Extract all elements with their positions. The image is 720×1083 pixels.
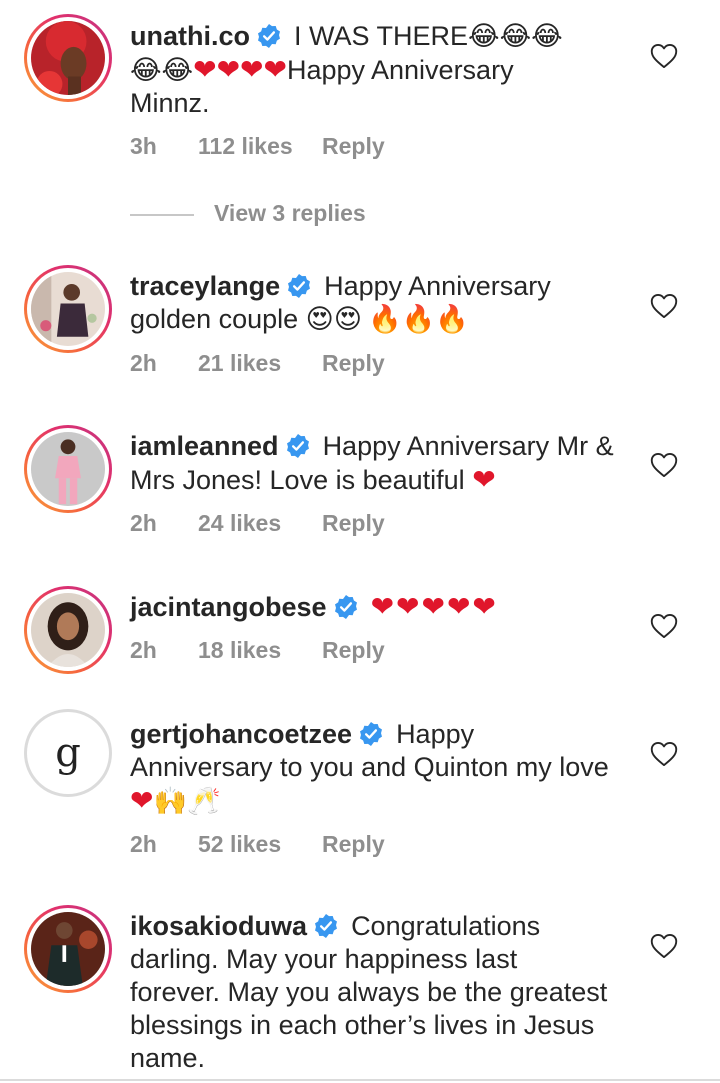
like-heart-icon[interactable] bbox=[650, 43, 678, 69]
comment-meta: 2h 21 likes Reply bbox=[130, 350, 385, 377]
comment-time: 2h bbox=[130, 510, 157, 536]
comment-username[interactable]: ikosakioduwa bbox=[130, 911, 307, 941]
comment-meta: 2h 18 likes Reply bbox=[130, 637, 385, 664]
avatar[interactable] bbox=[24, 905, 112, 993]
letter-g-logo-avatar-icon: g bbox=[31, 716, 105, 790]
like-heart-icon[interactable] bbox=[650, 933, 678, 959]
avatar[interactable] bbox=[24, 14, 112, 102]
woman-red-headwrap-avatar-icon bbox=[31, 21, 105, 95]
man-suit-avatar-icon bbox=[31, 912, 105, 986]
reply-button[interactable]: Reply bbox=[322, 831, 385, 858]
reply-button[interactable]: Reply bbox=[322, 350, 385, 377]
comment-text: unathi.co I WAS THERE😂😂😂 😂😂❤❤❤❤Happy Anni… bbox=[130, 21, 563, 118]
reply-button[interactable]: Reply bbox=[322, 637, 385, 664]
comment-username[interactable]: jacintangobese bbox=[130, 592, 327, 622]
comment-text: ikosakioduwa Congratulations darling. May… bbox=[130, 911, 608, 1073]
avatar[interactable] bbox=[24, 425, 112, 513]
like-heart-icon[interactable] bbox=[650, 293, 678, 319]
verified-badge-icon bbox=[313, 913, 339, 939]
likes-count[interactable]: 112 likes bbox=[198, 133, 322, 160]
comment-time: 2h bbox=[130, 350, 157, 376]
woman-portrait-avatar-icon bbox=[31, 593, 105, 667]
verified-badge-icon bbox=[286, 273, 312, 299]
comment-text: iamleanned Happy Anniversary Mr & Mrs Jon… bbox=[130, 431, 614, 496]
verified-badge-icon bbox=[358, 721, 384, 747]
replies-divider bbox=[130, 213, 194, 216]
reply-button[interactable]: Reply bbox=[322, 510, 385, 537]
verified-badge-icon bbox=[333, 594, 359, 620]
avatar[interactable] bbox=[24, 265, 112, 353]
comment-username[interactable]: iamleanned bbox=[130, 431, 279, 461]
avatar[interactable]: g bbox=[24, 709, 112, 797]
verified-badge-icon bbox=[285, 433, 311, 459]
like-heart-icon[interactable] bbox=[650, 613, 678, 639]
view-replies-button[interactable]: View 3 replies bbox=[130, 200, 366, 227]
comment-meta: 2h 24 likes Reply bbox=[130, 510, 385, 537]
comment-meta: 2h 52 likes Reply bbox=[130, 831, 385, 858]
woman-seated-avatar-icon bbox=[31, 272, 105, 346]
like-heart-icon[interactable] bbox=[650, 452, 678, 478]
likes-count[interactable]: 18 likes bbox=[198, 637, 322, 664]
likes-count[interactable]: 24 likes bbox=[198, 510, 322, 537]
woman-pink-suit-avatar-icon bbox=[31, 432, 105, 506]
likes-count[interactable]: 21 likes bbox=[198, 350, 322, 377]
comment-meta: 3h 112 likes Reply bbox=[130, 133, 385, 160]
comment-username[interactable]: traceylange bbox=[130, 271, 280, 301]
comment-text: traceylange Happy Anniversary golden coup… bbox=[130, 271, 551, 335]
comment-text: jacintangobese ❤❤❤❤❤ bbox=[130, 590, 498, 623]
comment-username[interactable]: unathi.co bbox=[130, 21, 250, 51]
likes-count[interactable]: 52 likes bbox=[198, 831, 322, 858]
like-heart-icon[interactable] bbox=[650, 741, 678, 767]
comment-time: 3h bbox=[130, 133, 157, 159]
reply-button[interactable]: Reply bbox=[322, 133, 385, 160]
comment-text: gertjohancoetzee Happy Anniversary to you… bbox=[130, 719, 609, 817]
comment-time: 2h bbox=[130, 637, 157, 663]
avatar[interactable] bbox=[24, 586, 112, 674]
comment-username[interactable]: gertjohancoetzee bbox=[130, 719, 352, 749]
comment-time: 2h bbox=[130, 831, 157, 857]
verified-badge-icon bbox=[256, 23, 282, 49]
divider bbox=[0, 1079, 720, 1081]
